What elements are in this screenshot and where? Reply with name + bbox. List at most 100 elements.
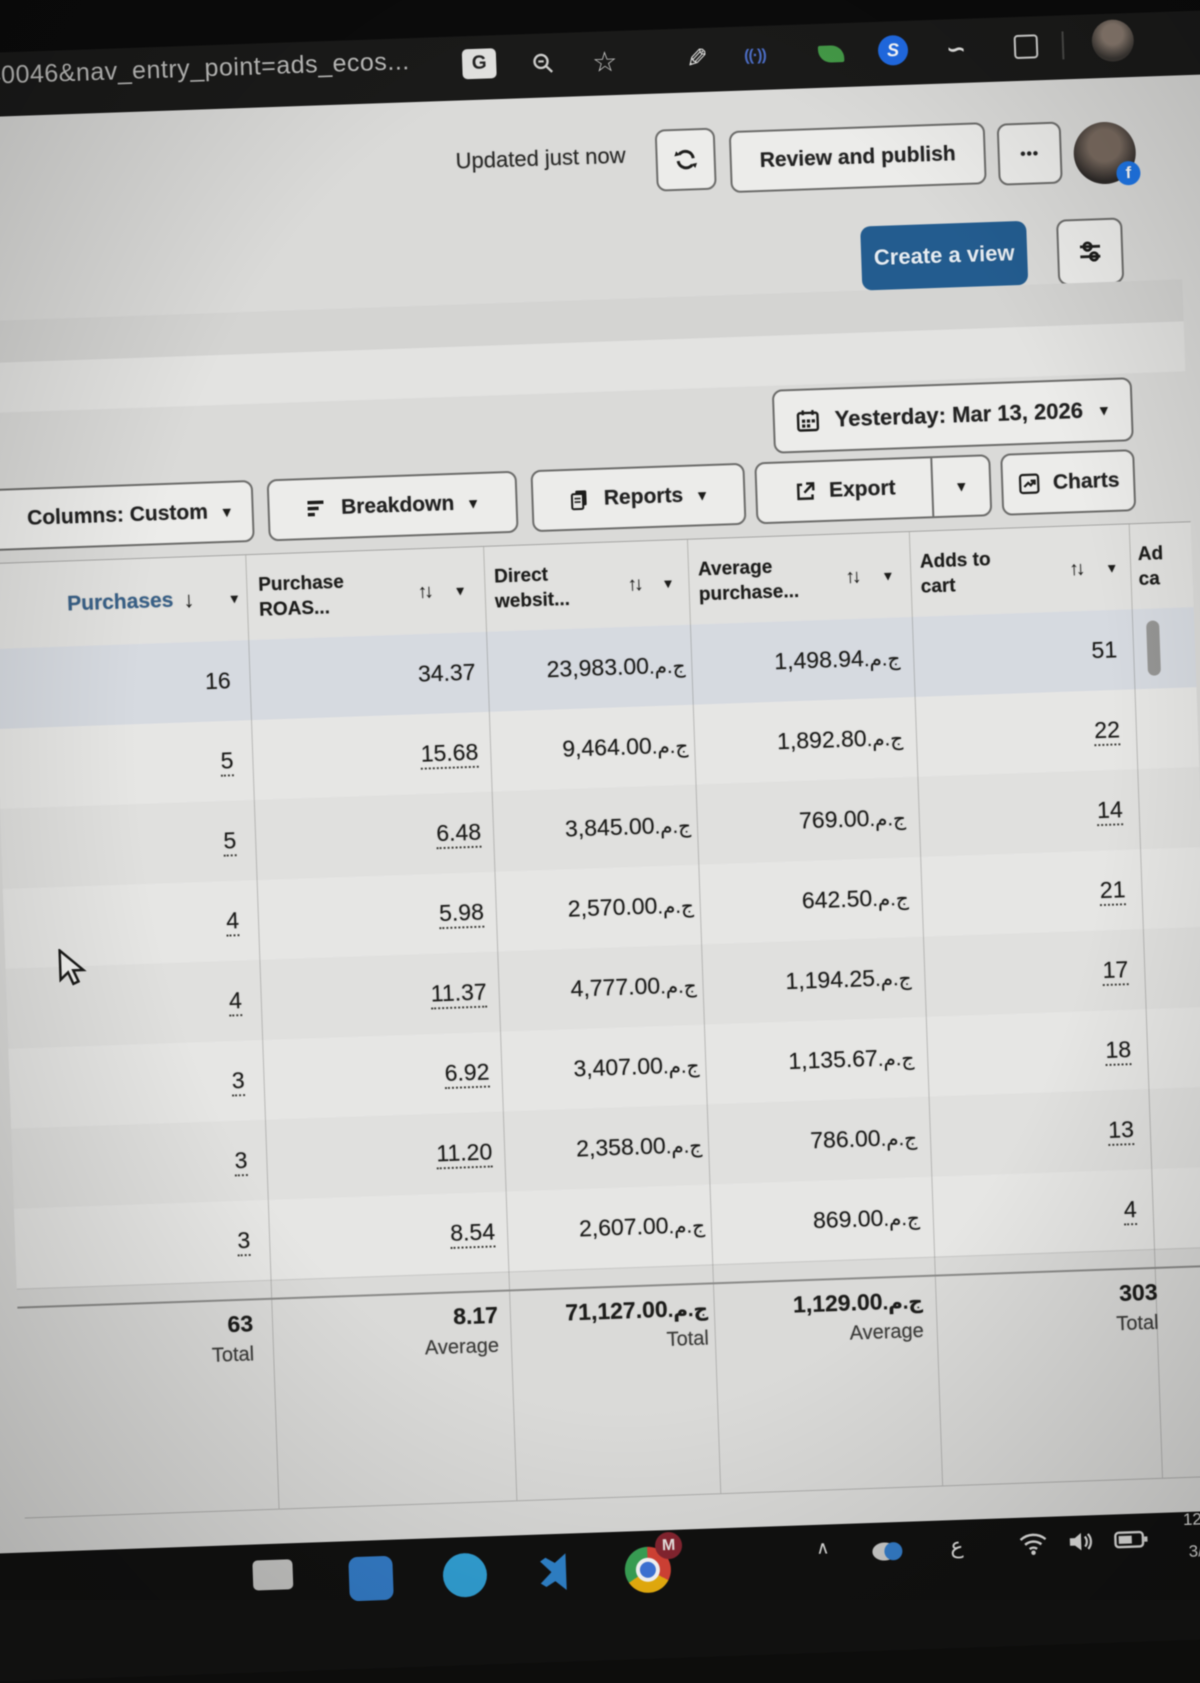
column-header-purchases[interactable]: Purchases ↓ ▼ xyxy=(13,555,248,648)
adds-to-cart-cell: 4 xyxy=(1123,1196,1137,1223)
direct-website-cell: 2,570.00ج.م. xyxy=(567,891,694,922)
export-button[interactable]: Export ▼ xyxy=(754,454,992,524)
onedrive-icon[interactable] xyxy=(868,1535,907,1562)
column-menu-icon[interactable]: ▼ xyxy=(661,570,675,595)
roas-cell: 6.48 xyxy=(436,819,482,848)
purchases-cell: 3 xyxy=(237,1227,251,1254)
currency-suffix: ج.م. xyxy=(663,1055,700,1078)
chrome-icon[interactable]: M xyxy=(624,1546,672,1594)
column-header-avg-purchase[interactable]: Averagepurchase... ↑↓ ▼ xyxy=(697,532,902,624)
column-menu-icon[interactable]: ▼ xyxy=(881,563,895,588)
translate-icon[interactable]: G xyxy=(462,48,497,79)
currency-suffix: ج.م. xyxy=(665,1135,702,1158)
sort-icon[interactable]: ↑↓ xyxy=(417,579,431,604)
sort-icon[interactable]: ↑↓ xyxy=(1069,556,1083,581)
tray-chevron-icon[interactable]: ∧ xyxy=(816,1537,830,1558)
adds-to-cart-cell: 51 xyxy=(1091,636,1118,664)
purchases-cell: 4 xyxy=(229,987,243,1014)
gmail-badge: M xyxy=(655,1532,683,1560)
export-label: Export xyxy=(829,477,896,503)
direct-website-cell: 2,358.00ج.م. xyxy=(576,1131,703,1162)
filters-button[interactable] xyxy=(1056,217,1124,285)
taskbar-app-icon[interactable] xyxy=(348,1556,394,1602)
direct-website-cell: 9,464.00ج.م. xyxy=(562,731,689,762)
wifi-icon[interactable] xyxy=(1018,1530,1049,1557)
column-header-roas[interactable]: PurchaseROAS... ↑↓ ▼ xyxy=(257,547,476,639)
currency-suffix: ج.م. xyxy=(880,1128,917,1151)
charts-icon xyxy=(1017,471,1042,496)
chevron-down-icon: ▼ xyxy=(466,495,480,511)
direct-website-cell: 23,983.00ج.م. xyxy=(546,651,686,683)
review-publish-label: Review and publish xyxy=(759,142,956,173)
export-main[interactable]: Export xyxy=(757,475,932,505)
currency-suffix: ج.م. xyxy=(869,808,906,831)
currency-suffix: ج.م. xyxy=(883,1208,920,1231)
direct-website-cell: 3,407.00ج.م. xyxy=(573,1051,700,1082)
pen-extension-icon[interactable]: ✎ xyxy=(686,42,709,75)
adds-to-cart-cell: 18 xyxy=(1105,1036,1132,1064)
create-view-label: Create a view xyxy=(873,240,1014,271)
battery-icon[interactable] xyxy=(1114,1526,1149,1551)
roas-cell: 15.68 xyxy=(420,739,478,768)
currency-suffix: ج.م. xyxy=(649,655,686,678)
vscode-icon[interactable] xyxy=(534,1549,580,1595)
totals-roas: 8.17 Average xyxy=(423,1302,499,1361)
browser-avatar[interactable] xyxy=(1091,19,1134,62)
charts-button[interactable]: Charts xyxy=(1000,449,1136,516)
currency-suffix: ج.م. xyxy=(882,1291,923,1314)
eco-extension-icon[interactable] xyxy=(818,37,845,70)
taskbar-clock[interactable]: 12:05 3/14/ xyxy=(1183,1509,1200,1562)
more-dots-icon: ••• xyxy=(1020,145,1039,163)
telegram-icon[interactable] xyxy=(442,1552,488,1598)
column-menu-icon[interactable]: ▼ xyxy=(453,578,467,603)
radio-extension-icon[interactable]: ((·)) xyxy=(744,40,767,73)
currency-suffix: ج.م. xyxy=(875,968,912,991)
purchases-cell: 5 xyxy=(223,827,237,854)
adds-to-cart-cell: 14 xyxy=(1097,796,1124,824)
column-header-ad-cut[interactable]: Adca xyxy=(1137,522,1194,609)
sort-icon[interactable]: ↑↓ xyxy=(627,571,641,596)
export-dropdown-caret[interactable]: ▼ xyxy=(933,477,990,495)
currency-suffix: ج.م. xyxy=(866,728,903,751)
roas-cell: 8.54 xyxy=(450,1218,496,1247)
purchases-cell: 4 xyxy=(226,907,240,934)
extensions-puzzle-icon[interactable] xyxy=(1013,30,1038,63)
charts-label: Charts xyxy=(1053,469,1120,495)
wave-extension-icon[interactable]: ∽ xyxy=(945,33,966,66)
avg-purchase-cell: 642.50ج.م. xyxy=(801,884,909,915)
adds-to-cart-cell: 17 xyxy=(1102,956,1129,984)
column-header-adds-to-cart[interactable]: Adds tocart ↑↓ ▼ xyxy=(919,525,1126,617)
totals-avg: 1,129.00ج.م. Average xyxy=(793,1287,925,1347)
scrollbar-thumb[interactable] xyxy=(1146,620,1161,675)
url-text[interactable]: 640046&nav_entry_point=ads_ecos... xyxy=(0,47,410,91)
taskbar-app-icon[interactable] xyxy=(252,1559,293,1590)
column-menu-icon[interactable]: ▼ xyxy=(227,585,241,610)
zoom-search-icon[interactable] xyxy=(530,47,557,80)
create-view-button[interactable]: Create a view xyxy=(860,221,1028,291)
sort-icon[interactable]: ↑↓ xyxy=(845,564,859,589)
facebook-badge-icon: f xyxy=(1116,161,1141,186)
speaker-icon[interactable] xyxy=(1066,1528,1097,1555)
date-range-button[interactable]: Yesterday: Mar 13, 2026 ▼ xyxy=(772,377,1134,454)
purchases-cell: 5 xyxy=(220,747,234,774)
totals-direct: 71,127.00ج.م. Total xyxy=(565,1295,709,1356)
currency-suffix: ج.م. xyxy=(667,1299,708,1322)
language-indicator[interactable]: ع xyxy=(950,1533,964,1559)
avg-purchase-cell: 1,194.25ج.م. xyxy=(785,964,912,995)
export-icon xyxy=(793,479,818,504)
shazam-extension-icon[interactable]: S xyxy=(878,35,909,66)
column-menu-icon[interactable]: ▼ xyxy=(1105,555,1119,580)
divider xyxy=(1061,31,1064,59)
breakdown-button[interactable]: Breakdown ▼ xyxy=(267,471,519,542)
refresh-button[interactable] xyxy=(655,128,717,192)
columns-button[interactable]: Columns: Custom ▼ xyxy=(0,480,255,552)
date-range-label: Yesterday: Mar 13, 2026 xyxy=(834,398,1083,433)
reports-button[interactable]: Reports ▼ xyxy=(530,463,746,532)
bookmark-star-icon[interactable]: ☆ xyxy=(592,45,618,78)
column-header-direct-website[interactable]: Directwebsit... ↑↓ ▼ xyxy=(493,540,682,631)
account-avatar[interactable]: f xyxy=(1073,121,1137,185)
more-options-button[interactable]: ••• xyxy=(997,122,1063,186)
adds-to-cart-cell: 13 xyxy=(1108,1116,1135,1144)
review-publish-button[interactable]: Review and publish xyxy=(729,122,987,193)
currency-suffix: ج.م. xyxy=(863,648,900,671)
